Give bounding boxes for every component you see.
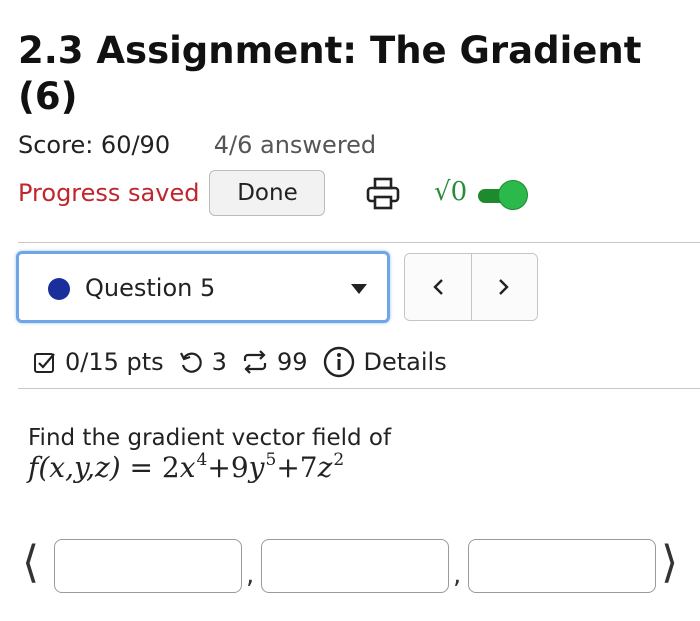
divider (18, 242, 700, 243)
score-text: Score: 60/90 (18, 131, 171, 159)
prev-question-button[interactable] (405, 254, 471, 320)
question-nav-group (404, 253, 538, 321)
info-icon (323, 346, 354, 378)
question-meta: 0/15 pts 3 99 Details (33, 340, 461, 384)
chevron-left-icon (433, 279, 443, 295)
answer-vector: ⟨ , , ⟩ (20, 536, 690, 596)
attempts-item: 99 (241, 348, 308, 376)
gradient-z-input[interactable] (468, 539, 656, 593)
problem-prompt: Find the gradient vector field of (28, 425, 392, 451)
answered-count: 4/6 answered (213, 131, 377, 159)
retries-count: 3 (211, 348, 227, 376)
divider (18, 388, 700, 389)
printer-icon[interactable] (365, 176, 401, 212)
done-button[interactable]: Done (209, 170, 326, 216)
math-display-toggle[interactable]: √0 (434, 176, 529, 216)
chevron-right-icon (499, 279, 509, 295)
attempts-count: 99 (276, 348, 308, 376)
repeat-icon (243, 350, 267, 374)
formula-term-exp: 2 (333, 450, 345, 470)
separator: , (246, 560, 255, 590)
formula-term-exp: 5 (265, 450, 277, 470)
page-title: 2.3 Assignment: The Gradient (6) (18, 29, 642, 118)
close-angle-bracket: ⟩ (661, 537, 679, 588)
details-link[interactable]: Details (322, 345, 447, 379)
open-angle-bracket: ⟨ (22, 537, 40, 588)
formula-term-coef: 9 (230, 451, 249, 484)
formula-term-var: y (248, 451, 265, 484)
save-row: Progress saved Done (18, 168, 326, 218)
question-status-dot (48, 278, 70, 300)
formula-op: + (276, 451, 300, 484)
retries-item: 3 (178, 348, 227, 376)
caret-down-icon (351, 284, 367, 294)
details-label: Details (363, 348, 447, 376)
question-select[interactable]: Question 5 (16, 251, 390, 323)
formula-term-coef: 7 (299, 451, 318, 484)
score-row: Score: 60/90 4/6 answered (18, 131, 412, 159)
retry-icon (179, 352, 202, 373)
points-text: 0/15 pts (65, 348, 164, 376)
question-select-label: Question 5 (85, 274, 216, 302)
formula-term-exp: 4 (196, 450, 208, 470)
next-question-button[interactable] (470, 254, 537, 320)
sqrt-zero-icon: √0 (434, 177, 468, 207)
formula-term-var: z (317, 451, 333, 484)
formula-term-coef: 2 (161, 451, 180, 484)
problem-formula: f(x,y,z) = 2x4+9y5+7z2 (28, 450, 344, 484)
progress-saved-status: Progress saved (18, 179, 200, 207)
formula-term-var: x (179, 451, 196, 484)
gradient-y-input[interactable] (261, 539, 449, 593)
formula-lhs: f(x,y,z) = (28, 451, 162, 484)
points-item: 0/15 pts (33, 348, 164, 376)
gradient-x-input[interactable] (54, 539, 242, 593)
separator: , (453, 560, 462, 590)
formula-op: + (207, 451, 231, 484)
checkbox-pencil-icon (34, 353, 55, 373)
toggle-knob (498, 180, 528, 210)
